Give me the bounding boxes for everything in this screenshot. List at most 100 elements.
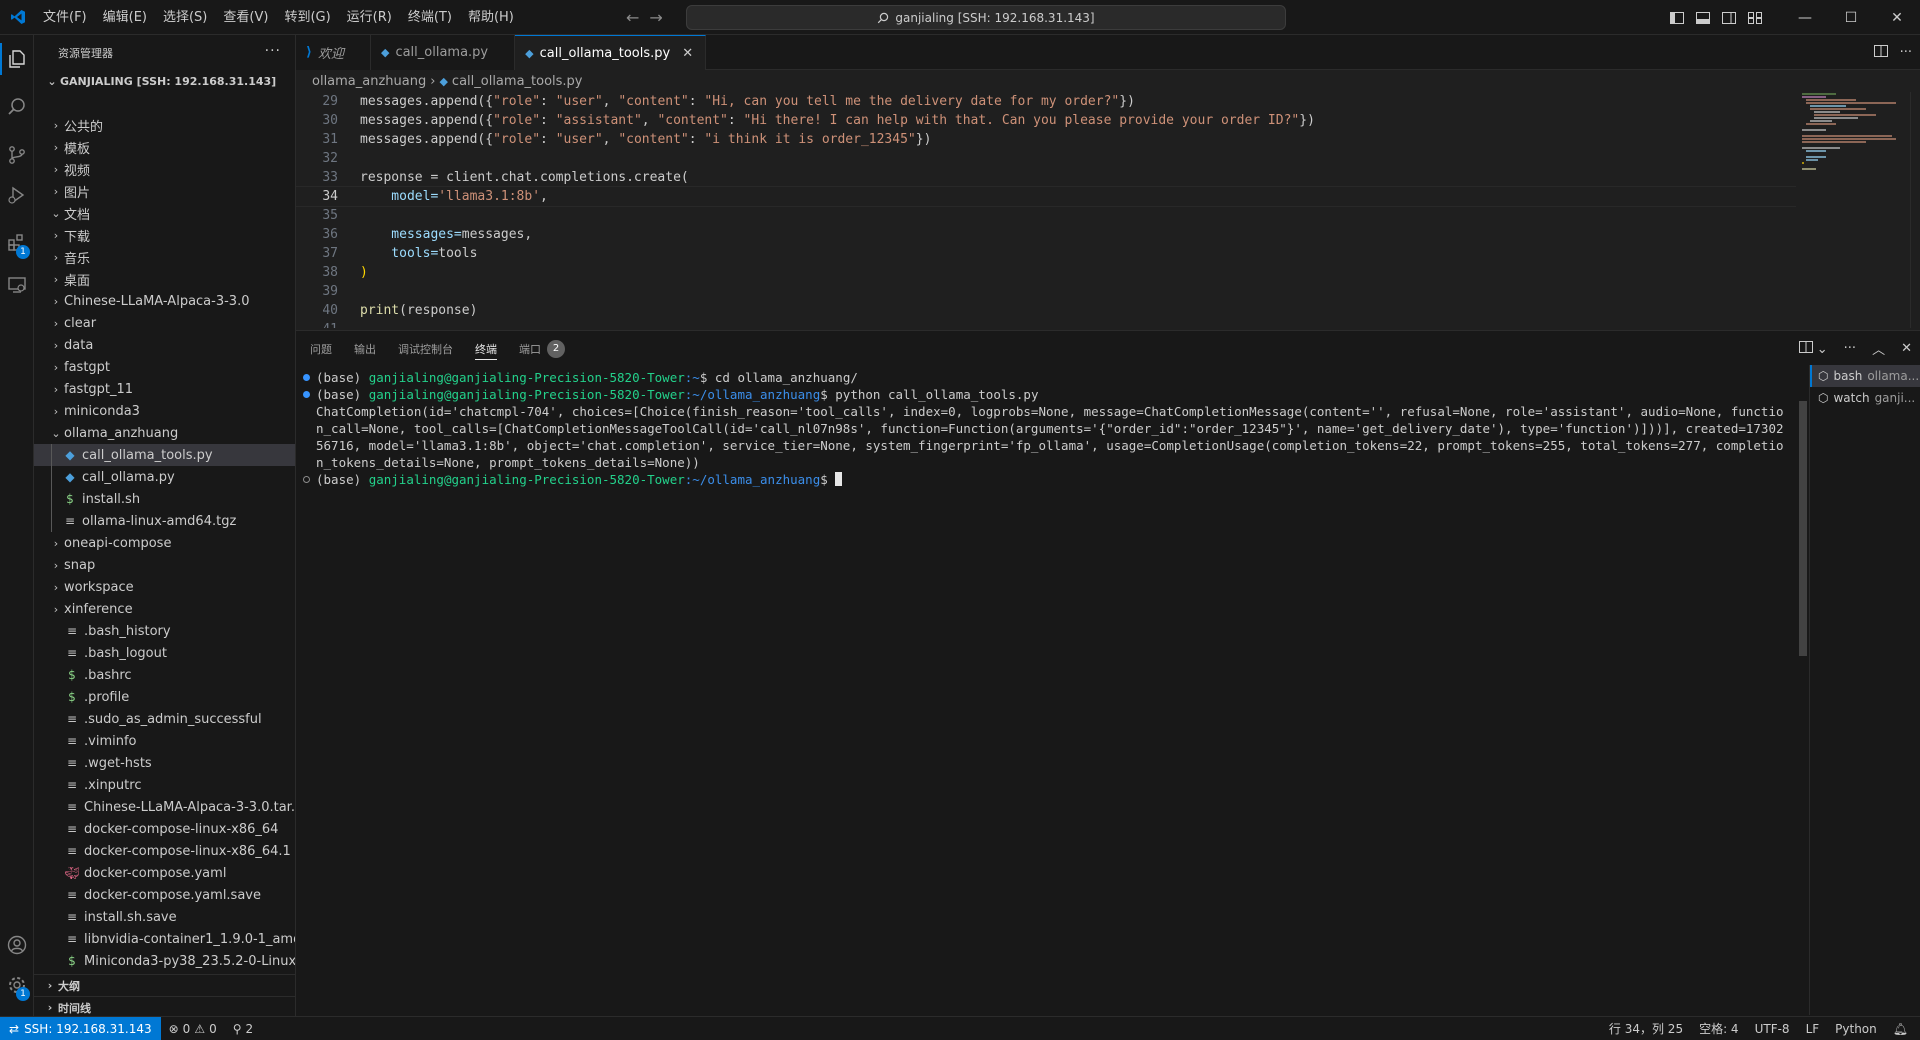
command-center[interactable]: ganjialing [SSH: 192.168.31.143] (686, 5, 1286, 30)
folder-item[interactable]: › 图片 (34, 180, 295, 202)
problems-indicator[interactable]: ⊗ 0 ⚠ 0 (161, 1022, 225, 1036)
folder-item[interactable]: ⌄ ollama_anzhuang (34, 422, 295, 444)
toggle-secondary-sidebar-icon[interactable] (1716, 0, 1742, 35)
folder-item[interactable]: › 模板 (34, 136, 295, 158)
account-icon[interactable] (0, 925, 34, 965)
close-panel-icon[interactable]: ✕ (1901, 341, 1912, 356)
file-item[interactable]: 🐳︎ docker-compose.yaml (34, 862, 295, 884)
file-item[interactable]: ≡ docker-compose-linux-x86_64 (34, 818, 295, 840)
settings-gear-icon[interactable]: 1 (0, 965, 34, 1005)
forward-arrow-icon[interactable]: → (649, 8, 662, 27)
file-item[interactable]: ◆ call_ollama_tools.py (34, 444, 295, 466)
scrollbar-thumb[interactable] (1799, 401, 1807, 656)
encoding[interactable]: UTF-8 (1747, 1022, 1798, 1036)
file-item[interactable]: ≡ .wget-hsts (34, 752, 295, 774)
close-icon[interactable]: ✕ (682, 46, 693, 61)
panel-tab[interactable]: 问题 (310, 331, 332, 366)
maximize-panel-icon[interactable]: ︿ (1872, 339, 1885, 358)
file-item[interactable]: ≡ .viminfo (34, 730, 295, 752)
panel-tab[interactable]: 调试控制台 (398, 331, 453, 366)
file-item[interactable]: $ install.sh (34, 488, 295, 510)
terminal-list-item[interactable]: ⬡ watch ganji... (1810, 387, 1920, 409)
file-item[interactable]: ≡ libnvidia-container1_1.9.0-1_amd64.... (34, 928, 295, 950)
folder-item[interactable]: › Chinese-LLaMA-Alpaca-3-3.0 (34, 290, 295, 312)
folder-item[interactable]: › 公共的 (34, 114, 295, 136)
folder-item[interactable]: › workspace (34, 576, 295, 598)
folder-item[interactable]: › fastgpt (34, 356, 295, 378)
notifications-bell-icon[interactable]: 🔔︎ (1885, 1022, 1916, 1036)
folder-item[interactable]: › snap (34, 554, 295, 576)
panel-tab[interactable]: 终端 (475, 331, 497, 366)
menu-item[interactable]: 编辑(E) (95, 0, 155, 35)
menu-item[interactable]: 终端(T) (400, 0, 460, 35)
editor-tab[interactable]: ◆ call_ollama.py (370, 35, 516, 70)
maximize-button[interactable]: ☐ (1828, 0, 1874, 35)
editor-scrollbar[interactable] (1910, 92, 1920, 328)
panel-tab[interactable]: 端口 2 (519, 331, 565, 366)
folder-item[interactable]: › xinference (34, 598, 295, 620)
menu-item[interactable]: 查看(V) (215, 0, 276, 35)
minimap[interactable] (1796, 92, 1910, 328)
folder-item[interactable]: › 桌面 (34, 268, 295, 290)
file-item[interactable]: ≡ Chinese-LLaMA-Alpaca-3-3.0.tar.gz (34, 796, 295, 818)
workspace-root[interactable]: ⌄ GANJIALING [SSH: 192.168.31.143] (34, 70, 295, 92)
file-item[interactable]: ≡ install.sh.save (34, 906, 295, 928)
folder-item[interactable]: › data (34, 334, 295, 356)
file-item[interactable]: ≡ .bash_logout (34, 642, 295, 664)
breadcrumb-folder[interactable]: ollama_anzhuang (312, 74, 426, 89)
source-control-icon[interactable] (0, 135, 34, 175)
search-icon[interactable] (0, 87, 34, 127)
folder-item[interactable]: › oneapi-compose (34, 532, 295, 554)
run-debug-icon[interactable] (0, 175, 34, 215)
menu-item[interactable]: 运行(R) (339, 0, 400, 35)
cursor-position[interactable]: 行 34，列 25 (1601, 1020, 1691, 1037)
more-actions-icon[interactable]: ··· (1900, 45, 1912, 60)
indentation[interactable]: 空格: 4 (1691, 1020, 1747, 1037)
editor-tab[interactable]: ⟩ 欢迎 (296, 35, 371, 70)
remote-indicator[interactable]: ⇄ SSH: 192.168.31.143 (0, 1017, 161, 1040)
language-mode[interactable]: Python (1827, 1022, 1885, 1036)
terminal-scrollbar[interactable] (1797, 369, 1809, 1009)
extensions-icon[interactable]: 1 (0, 223, 34, 263)
folder-item[interactable]: › clear (34, 312, 295, 334)
customize-layout-icon[interactable] (1742, 0, 1768, 35)
code-editor[interactable]: 29 messages.append({"role": "user", "cont… (296, 92, 1796, 328)
file-item[interactable]: ≡ .xinputrc (34, 774, 295, 796)
file-item[interactable]: ≡ ollama-linux-amd64.tgz (34, 510, 295, 532)
folder-item[interactable]: › 视频 (34, 158, 295, 180)
panel-tab[interactable]: 输出 (354, 331, 376, 366)
split-terminal-icon[interactable]: ⌄ (1798, 340, 1828, 357)
menu-item[interactable]: 文件(F) (35, 0, 95, 35)
end-of-line[interactable]: LF (1798, 1022, 1828, 1036)
file-item[interactable]: $ .profile (34, 686, 295, 708)
file-item[interactable]: ≡ docker-compose.yaml.save (34, 884, 295, 906)
file-item[interactable]: ≡ .sudo_as_admin_successful (34, 708, 295, 730)
file-item[interactable]: $ .bashrc (34, 664, 295, 686)
close-window-button[interactable]: ✕ (1874, 0, 1920, 35)
file-item[interactable]: ◆ call_ollama.py (34, 466, 295, 488)
split-editor-icon[interactable] (1873, 44, 1888, 61)
file-item[interactable]: ≡ docker-compose-linux-x86_64.1 (34, 840, 295, 862)
folder-item[interactable]: ⌄ 文档 (34, 202, 295, 224)
outline-section[interactable]: › 大纲 (34, 974, 295, 996)
toggle-panel-icon[interactable] (1690, 0, 1716, 35)
terminal[interactable]: (base) ganjialing@ganjialing-Precision-5… (296, 369, 1796, 1009)
menu-item[interactable]: 转到(G) (276, 0, 338, 35)
explorer-icon[interactable] (0, 39, 34, 79)
menu-item[interactable]: 帮助(H) (460, 0, 522, 35)
file-item[interactable]: $ Miniconda3-py38_23.5.2-0-Linux-x8... (34, 950, 295, 972)
folder-item[interactable]: › 音乐 (34, 246, 295, 268)
more-actions-icon[interactable]: ··· (265, 43, 281, 59)
toggle-sidebar-icon[interactable] (1664, 0, 1690, 35)
vscode-logo-icon[interactable] (0, 0, 35, 35)
terminal-list-item[interactable]: ⬡ bash ollama... (1810, 365, 1920, 387)
file-item[interactable]: ≡ .bash_history (34, 620, 295, 642)
folder-item[interactable]: › fastgpt_11 (34, 378, 295, 400)
menu-item[interactable]: 选择(S) (155, 0, 215, 35)
remote-explorer-icon[interactable] (0, 265, 34, 305)
breadcrumb-file[interactable]: call_ollama_tools.py (452, 74, 583, 89)
ports-indicator[interactable]: ⚲ 2 (225, 1022, 261, 1036)
minimize-button[interactable]: — (1782, 0, 1828, 35)
folder-item[interactable]: › 下载 (34, 224, 295, 246)
timeline-section[interactable]: › 时间线 (34, 996, 295, 1016)
